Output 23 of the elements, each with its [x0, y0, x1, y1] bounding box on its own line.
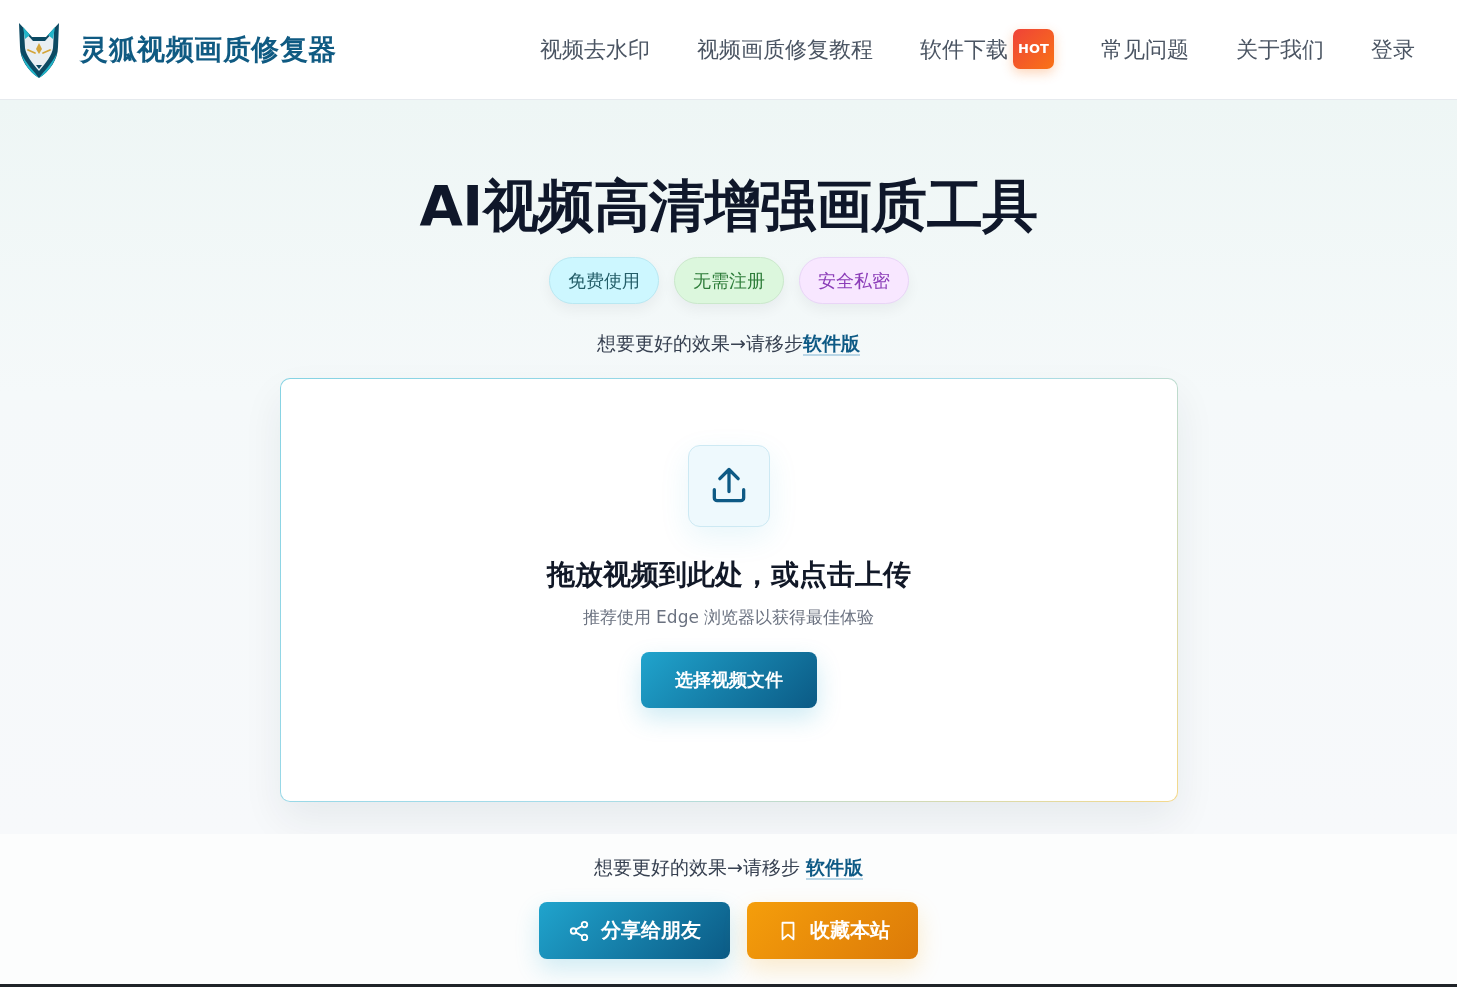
nav-link[interactable]: 常见问题 — [1101, 34, 1189, 65]
nav-link[interactable]: 登录 — [1371, 34, 1415, 65]
choose-file-button[interactable]: 选择视频文件 — [640, 652, 817, 708]
hot-badge: HOT — [1013, 28, 1054, 69]
site-title: 灵狐视频画质修复器 — [80, 31, 337, 68]
page-title: AI视频高清增强画质工具 — [419, 172, 1038, 240]
nav-link[interactable]: 视频去水印 — [540, 34, 650, 65]
promo-text: 想要更好的效果→请移步软件版 — [597, 331, 860, 356]
software-link[interactable]: 软件版 — [802, 332, 860, 356]
upload-drop-zone[interactable]: 拖放视频到此处，或点击上传 推荐使用 Edge 浏览器以获得最佳体验 选择视频文件 — [279, 378, 1178, 802]
nav-link[interactable]: 软件下载 — [920, 34, 1008, 65]
browser-hint: 推荐使用 Edge 浏览器以获得最佳体验 — [582, 606, 875, 629]
feature-tag: 安全私密 — [798, 257, 909, 304]
nav-link[interactable]: 视频画质修复教程 — [697, 34, 873, 65]
share-button[interactable]: 分享给朋友 — [539, 902, 730, 959]
feature-tag: 无需注册 — [673, 257, 784, 304]
feature-tag: 免费使用 — [548, 257, 659, 304]
promo-text: 想要更好的效果→请移步 软件版 — [594, 855, 863, 880]
share-icon — [568, 919, 590, 942]
nav-link[interactable]: 关于我们 — [1236, 34, 1324, 65]
software-link[interactable]: 软件版 — [805, 856, 863, 880]
upload-heading: 拖放视频到此处，或点击上传 — [546, 557, 911, 593]
upload-icon — [687, 445, 770, 527]
